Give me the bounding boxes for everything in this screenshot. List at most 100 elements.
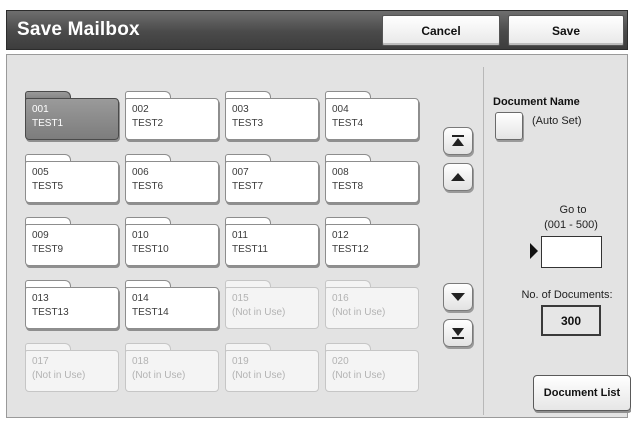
mailbox-number: 010 [132, 230, 149, 241]
mailbox-name: (Not in Use) [232, 370, 286, 381]
mailbox-name: (Not in Use) [132, 370, 186, 381]
mailbox-folder-008[interactable]: 008 TEST8 [325, 154, 419, 204]
scroll-to-bottom-button[interactable] [443, 319, 473, 347]
go-to-range: (001 - 500) [544, 219, 598, 231]
document-name-label: Document Name [493, 96, 580, 108]
mailbox-name: TEST6 [132, 181, 164, 192]
folder-body: 020 (Not in Use) [325, 350, 419, 392]
mailbox-number: 015 [232, 293, 249, 304]
mailbox-name: TEST9 [32, 244, 64, 255]
mailbox-name: TEST13 [32, 307, 69, 318]
scroll-to-top-button[interactable] [443, 127, 473, 155]
folder-body: 004 TEST4 [325, 98, 419, 140]
mailbox-folder-005[interactable]: 005 TEST5 [25, 154, 119, 204]
folder-body: 014 TEST14 [125, 287, 219, 329]
auto-set-label: (Auto Set) [532, 115, 582, 127]
mailbox-number: 018 [132, 356, 149, 367]
folder-body: 016 (Not in Use) [325, 287, 419, 329]
folder-body: 013 TEST13 [25, 287, 119, 329]
mailbox-number: 002 [132, 104, 149, 115]
mailbox-name: TEST5 [32, 181, 64, 192]
mailbox-name: (Not in Use) [32, 370, 86, 381]
mailbox-number: 003 [232, 104, 249, 115]
panel-divider [483, 67, 484, 415]
mailbox-name: TEST11 [232, 244, 268, 255]
pointer-arrow-icon [530, 243, 538, 259]
mailbox-number: 012 [332, 230, 349, 241]
mailbox-name: TEST1 [32, 118, 64, 129]
mailbox-folder-007[interactable]: 007 TEST7 [225, 154, 319, 204]
mailbox-folder-016: 016 (Not in Use) [325, 280, 419, 330]
page-title: Save Mailbox [17, 19, 140, 40]
folder-body: 018 (Not in Use) [125, 350, 219, 392]
folder-body: 019 (Not in Use) [225, 350, 319, 392]
mailbox-number: 005 [32, 167, 49, 178]
folder-body: 005 TEST5 [25, 161, 119, 203]
folder-body: 011 TEST11 [225, 224, 319, 266]
mailbox-folder-010[interactable]: 010 TEST10 [125, 217, 219, 267]
mailbox-folder-018: 018 (Not in Use) [125, 343, 219, 393]
mailbox-number: 008 [332, 167, 349, 178]
save-mailbox-screen: Save Mailbox Cancel Save 001 TEST1 002 TEST… [0, 0, 631, 423]
mailbox-name: TEST7 [232, 181, 264, 192]
mailbox-folder-015: 015 (Not in Use) [225, 280, 319, 330]
folder-body: 010 TEST10 [125, 224, 219, 266]
cancel-button[interactable]: Cancel [382, 15, 500, 46]
folder-body: 008 TEST8 [325, 161, 419, 203]
scroll-up-icon [451, 173, 465, 181]
mailbox-folder-017: 017 (Not in Use) [25, 343, 119, 393]
mailbox-number: 007 [232, 167, 249, 178]
mailbox-folder-004[interactable]: 004 TEST4 [325, 91, 419, 141]
folder-body: 002 TEST2 [125, 98, 219, 140]
mailbox-number: 009 [32, 230, 49, 241]
mailbox-folder-001[interactable]: 001 TEST1 [25, 91, 119, 141]
mailbox-name: TEST12 [332, 244, 369, 255]
mailbox-folder-013[interactable]: 013 TEST13 [25, 280, 119, 330]
scroll-down-button[interactable] [443, 283, 473, 311]
document-count-value: 300 [541, 305, 601, 336]
folder-body: 015 (Not in Use) [225, 287, 319, 329]
scroll-down-icon [451, 293, 465, 301]
mailbox-number: 019 [232, 356, 249, 367]
mailbox-folder-011[interactable]: 011 TEST11 [225, 217, 319, 267]
mailbox-number: 014 [132, 293, 149, 304]
mailbox-name: TEST4 [332, 118, 364, 129]
mailbox-number: 011 [232, 230, 248, 241]
scroll-to-bottom-icon [452, 328, 464, 339]
mailbox-folder-012[interactable]: 012 TEST12 [325, 217, 419, 267]
mailbox-folder-006[interactable]: 006 TEST6 [125, 154, 219, 204]
mailbox-name: TEST10 [132, 244, 169, 255]
mailbox-folder-020: 020 (Not in Use) [325, 343, 419, 393]
folder-body: 012 TEST12 [325, 224, 419, 266]
mailbox-number: 013 [32, 293, 49, 304]
save-button[interactable]: Save [508, 15, 624, 46]
go-to-input[interactable] [541, 236, 602, 268]
scroll-up-button[interactable] [443, 163, 473, 191]
mailbox-number: 017 [32, 356, 49, 367]
mailbox-folder-019: 019 (Not in Use) [225, 343, 319, 393]
mailbox-folder-002[interactable]: 002 TEST2 [125, 91, 219, 141]
document-list-button[interactable]: Document List [533, 375, 631, 411]
mailbox-folder-009[interactable]: 009 TEST9 [25, 217, 119, 267]
go-to-label: Go to [559, 204, 587, 216]
folder-body: 007 TEST7 [225, 161, 319, 203]
header-bar: Save Mailbox Cancel Save [6, 10, 628, 50]
folder-body: 001 TEST1 [25, 98, 119, 140]
folder-body: 003 TEST3 [225, 98, 319, 140]
mailbox-name: (Not in Use) [332, 370, 386, 381]
mailbox-folder-014[interactable]: 014 TEST14 [125, 280, 219, 330]
mailbox-name: (Not in Use) [232, 307, 286, 318]
document-name-button[interactable] [495, 112, 523, 140]
mailbox-number: 016 [332, 293, 349, 304]
mailbox-folder-003[interactable]: 003 TEST3 [225, 91, 319, 141]
mailbox-name: TEST3 [232, 118, 264, 129]
scroll-to-top-icon [452, 135, 464, 146]
mailbox-name: TEST14 [132, 307, 169, 318]
folder-body: 017 (Not in Use) [25, 350, 119, 392]
mailbox-name: TEST2 [132, 118, 164, 129]
mailbox-name: (Not in Use) [332, 307, 386, 318]
mailbox-number: 004 [332, 104, 349, 115]
document-count-label: No. of Documents: [521, 289, 613, 301]
mailbox-number: 020 [332, 356, 349, 367]
folder-body: 009 TEST9 [25, 224, 119, 266]
